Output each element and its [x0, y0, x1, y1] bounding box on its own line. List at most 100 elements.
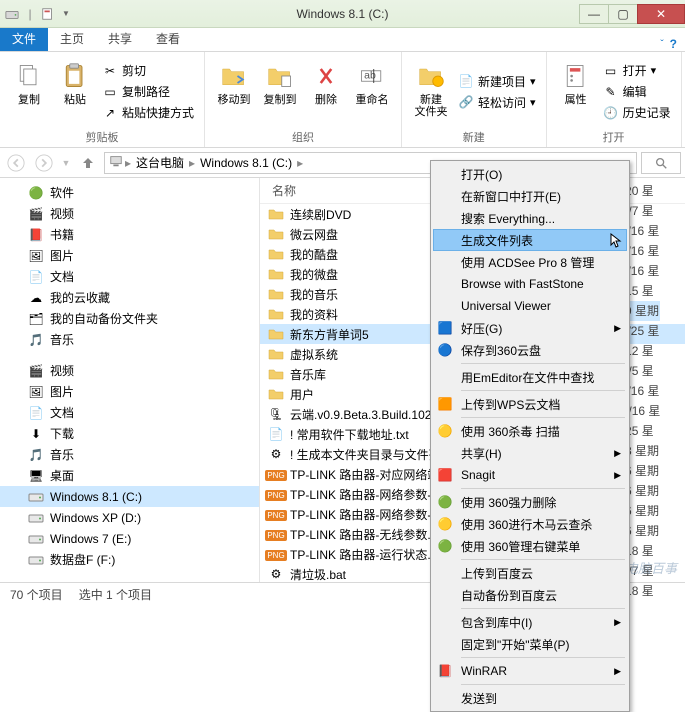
sidebar-item[interactable]: 🎵音乐: [0, 444, 259, 465]
sidebar-item[interactable]: 📄文档: [0, 266, 259, 287]
ctx-label: 使用 360进行木马云查杀: [461, 516, 592, 533]
easyaccess-button[interactable]: 🔗轻松访问 ▾: [456, 93, 538, 112]
ctx-item[interactable]: 共享(H)▶: [433, 442, 627, 464]
forward-button[interactable]: [32, 151, 56, 175]
ctx-item[interactable]: 上传到百度云: [433, 562, 627, 584]
copy-button[interactable]: 复制: [8, 56, 50, 127]
sidebar-item[interactable]: 🎬视频: [0, 360, 259, 381]
tree-icon: 🖥: [28, 468, 44, 484]
open-button[interactable]: ▭打开 ▾: [601, 61, 673, 80]
ctx-item[interactable]: 生成文件列表: [433, 229, 627, 251]
drive-icon: [4, 6, 20, 22]
ribbon-collapse-icon[interactable]: ˇ: [660, 39, 663, 50]
crumb-drive[interactable]: Windows 8.1 (C:): [197, 156, 295, 170]
sidebar-item[interactable]: 🖼图片: [0, 381, 259, 402]
copyto-icon: [264, 60, 296, 92]
paste-button[interactable]: 粘贴: [54, 56, 96, 127]
ctx-item[interactable]: 🔵保存到360云盘: [433, 339, 627, 361]
ctx-item[interactable]: 在新窗口中打开(E): [433, 185, 627, 207]
ctx-item[interactable]: 打开(O): [433, 163, 627, 185]
ctx-item[interactable]: 🟡使用 360进行木马云查杀: [433, 513, 627, 535]
sidebar-item[interactable]: ☁我的云收藏: [0, 287, 259, 308]
ctx-item[interactable]: 使用 ACDSee Pro 8 管理: [433, 251, 627, 273]
ctx-item[interactable]: 🟢使用 360强力删除: [433, 491, 627, 513]
sidebar-item[interactable]: 🖥桌面: [0, 465, 259, 486]
sidebar-item[interactable]: ⬇下载: [0, 423, 259, 444]
ctx-item[interactable]: 搜索 Everything...: [433, 207, 627, 229]
sidebar-item[interactable]: Windows 7 (E:): [0, 528, 259, 549]
sidebar-item[interactable]: 🎵音乐: [0, 329, 259, 350]
ctx-label: 自动备份到百度云: [461, 587, 557, 604]
ctx-item[interactable]: 包含到库中(I)▶: [433, 611, 627, 633]
computer-icon: [109, 154, 123, 171]
file-name: 用户: [290, 386, 314, 403]
sidebar-item[interactable]: Windows 8.1 (C:): [0, 486, 259, 507]
ctx-item[interactable]: 🟢使用 360管理右键菜单: [433, 535, 627, 557]
search-input[interactable]: [641, 152, 681, 174]
tree-label: Windows 8.1 (C:): [50, 490, 142, 504]
sidebar-item[interactable]: 📄文档: [0, 402, 259, 423]
sidebar-item[interactable]: 📕书籍: [0, 224, 259, 245]
edit-button[interactable]: ✎编辑: [601, 82, 673, 101]
newfolder-button[interactable]: 新建 文件夹: [410, 56, 452, 127]
tab-file[interactable]: 文件: [0, 26, 48, 51]
moveto-button[interactable]: 移动到: [213, 56, 255, 127]
back-button[interactable]: [4, 151, 28, 175]
copy-icon: [13, 60, 45, 92]
qat-dropdown-icon[interactable]: ▼: [58, 6, 74, 22]
pasteshortcut-button[interactable]: ↗粘贴快捷方式: [100, 103, 196, 122]
sidebar-item[interactable]: 🎬视频: [0, 203, 259, 224]
sidebar-item[interactable]: 🖼图片: [0, 245, 259, 266]
minimize-button[interactable]: —: [579, 4, 609, 24]
ctx-label: 好压(G): [461, 320, 502, 337]
tree-label: 图片: [50, 383, 74, 400]
ctx-label: 保存到360云盘: [461, 342, 541, 359]
properties-button[interactable]: 属性: [555, 56, 597, 127]
delete-button[interactable]: 删除: [305, 56, 347, 127]
help-icon[interactable]: ?: [670, 37, 677, 51]
copypath-button[interactable]: ▭复制路径: [100, 82, 196, 101]
ctx-item[interactable]: 🟦好压(G)▶: [433, 317, 627, 339]
file-icon: [268, 386, 284, 402]
sidebar-item[interactable]: 🟢软件: [0, 182, 259, 203]
sidebar-item[interactable]: 🗂我的自动备份文件夹: [0, 308, 259, 329]
rename-button[interactable]: ab 重命名: [351, 56, 393, 127]
tab-share[interactable]: 共享: [96, 26, 144, 51]
newitem-button[interactable]: 📄新建项目 ▾: [456, 72, 538, 91]
ctx-item[interactable]: 自动备份到百度云: [433, 584, 627, 606]
ctx-item[interactable]: 🟥Snagit▶: [433, 464, 627, 486]
history-button[interactable]: 🕘历史记录: [601, 103, 673, 122]
maximize-button[interactable]: ▢: [608, 4, 638, 24]
submenu-arrow-icon: ▶: [614, 617, 621, 628]
tab-view[interactable]: 查看: [144, 26, 192, 51]
cut-button[interactable]: ✂剪切: [100, 61, 196, 80]
tree-icon: 🎵: [28, 332, 44, 348]
tree-icon: [28, 510, 44, 526]
ctx-item[interactable]: Universal Viewer: [433, 295, 627, 317]
ctx-item[interactable]: 固定到"开始"菜单(P): [433, 633, 627, 655]
sidebar-item[interactable]: Windows XP (D:): [0, 507, 259, 528]
ctx-item[interactable]: 用EmEditor在文件中查找: [433, 366, 627, 388]
file-name: 我的资料: [290, 306, 338, 323]
tab-home[interactable]: 主页: [48, 26, 96, 51]
close-button[interactable]: ✕: [637, 4, 685, 24]
crumb-computer[interactable]: 这台电脑: [133, 154, 187, 171]
tree-label: Windows 7 (E:): [50, 532, 131, 546]
ctx-item[interactable]: 📕WinRAR▶: [433, 660, 627, 682]
ctx-item[interactable]: 发送到: [433, 687, 627, 709]
moveto-icon: [218, 60, 250, 92]
tree-label: 文档: [50, 268, 74, 285]
ctx-item[interactable]: 🟡使用 360杀毒 扫描: [433, 420, 627, 442]
recent-dropdown[interactable]: ▼: [60, 151, 72, 175]
ctx-item[interactable]: 🟧上传到WPS云文档: [433, 393, 627, 415]
copyto-button[interactable]: 复制到: [259, 56, 301, 127]
up-button[interactable]: [76, 151, 100, 175]
col-name[interactable]: 名称: [268, 180, 438, 201]
sidebar-item[interactable]: 数据盘F (F:): [0, 549, 259, 570]
file-name: 虚拟系统: [290, 346, 338, 363]
sidebar-item[interactable]: 🖧网络: [0, 580, 259, 582]
ctx-label: 打开(O): [461, 166, 502, 183]
qat-props-icon[interactable]: [40, 6, 56, 22]
tree-label: 图片: [50, 247, 74, 264]
ctx-item[interactable]: Browse with FastStone: [433, 273, 627, 295]
